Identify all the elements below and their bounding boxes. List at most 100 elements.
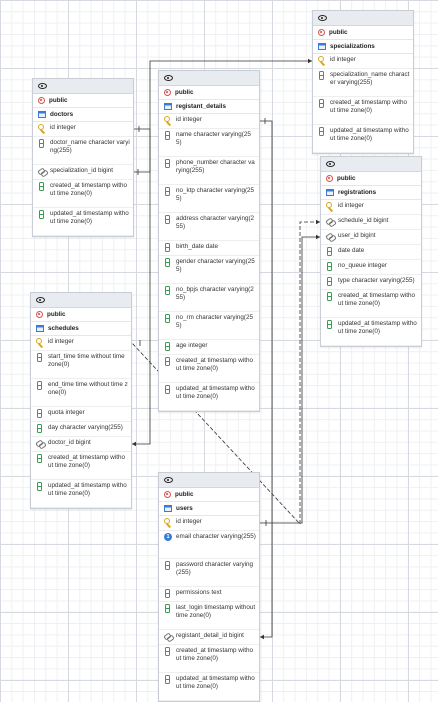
column-row[interactable]: no_queue integer [321, 260, 421, 275]
table-doctors[interactable]: public doctors id integer doctor_name chara… [32, 78, 134, 237]
column-label: last_login timestamp without time zone(0… [176, 604, 256, 619]
column-row[interactable]: no_ktp character varying(255) [159, 185, 259, 213]
table-icon [318, 43, 326, 50]
column-label: created_at timestamp without time zone(0… [338, 292, 415, 307]
column-row[interactable]: created_at timestamp without time zone(0… [31, 452, 131, 480]
column-row[interactable]: permissions text [159, 587, 259, 602]
key-icon [318, 56, 326, 65]
column-label: id integer [176, 116, 202, 123]
column-label: updated_at timestamp without time zone(0… [330, 127, 409, 142]
column-row[interactable]: updated_at timestamp without time zone(0… [33, 208, 133, 236]
column-icon [164, 589, 172, 598]
column-row[interactable]: schedule_id bigint [321, 215, 421, 230]
table-icon [36, 325, 44, 332]
table-header[interactable] [33, 79, 133, 94]
column-row[interactable]: updated_at timestamp without time zone(0… [159, 383, 259, 411]
column-row[interactable]: id integer [159, 114, 259, 129]
table-registant-details[interactable]: public registant_details id integer name ch… [158, 70, 260, 412]
column-row[interactable]: address character varying(255) [159, 213, 259, 241]
column-row[interactable]: user_id bigint [321, 230, 421, 245]
column-row[interactable]: quota integer [31, 407, 131, 422]
column-row[interactable]: updated_at timestamp without time zone(0… [159, 673, 259, 701]
table-icon [164, 505, 172, 512]
column-row[interactable]: id integer [33, 122, 133, 137]
column-row[interactable]: type character varying(255) [321, 275, 421, 290]
schema-row: public [31, 308, 131, 322]
column-label: registant_detail_id bigint [176, 632, 244, 639]
column-row[interactable]: specialization_name character varying(25… [313, 69, 413, 97]
column-row[interactable]: registant_detail_id bigint [159, 630, 259, 645]
column-row[interactable]: no_bpjs character varying(255) [159, 284, 259, 312]
column-row[interactable]: doctor_id bigint [31, 437, 131, 452]
table-registrations[interactable]: public registrations id integer schedule_id… [320, 156, 422, 347]
column-row[interactable]: created_at timestamp without time zone(0… [159, 355, 259, 383]
eye-icon[interactable] [318, 15, 327, 21]
column-row[interactable]: created_at timestamp without time zone(0… [321, 290, 421, 318]
table-header[interactable] [159, 473, 259, 488]
table-name: doctors [50, 110, 74, 118]
column-row[interactable]: age integer [159, 340, 259, 355]
eye-icon[interactable] [36, 297, 45, 303]
column-row[interactable]: date date [321, 245, 421, 260]
column-row[interactable]: id integer [321, 200, 421, 215]
column-label: no_queue integer [338, 262, 388, 269]
eye-icon[interactable] [38, 83, 47, 89]
schema-name: public [329, 28, 348, 36]
table-name-row[interactable]: doctors [33, 108, 133, 122]
table-name: specializations [330, 42, 375, 50]
column-row[interactable]: created_at timestamp without time zone(0… [159, 645, 259, 673]
column-row[interactable]: password character varying(255) [159, 559, 259, 587]
table-header[interactable] [321, 157, 421, 172]
table-specializations[interactable]: public specializations id integer specializ… [312, 10, 414, 154]
column-row[interactable]: updated_at timestamp without time zone(0… [313, 125, 413, 153]
eye-icon[interactable] [164, 75, 173, 81]
column-label: birth_date date [176, 243, 219, 250]
column-label: id integer [50, 124, 76, 131]
column-label: updated_at timestamp without time zone(0… [48, 482, 127, 497]
eye-icon[interactable] [164, 477, 173, 483]
table-name-row[interactable]: registant_details [159, 100, 259, 114]
column-row[interactable]: gender character varying(255) [159, 256, 259, 284]
column-row[interactable]: birth_date date [159, 241, 259, 256]
column-row[interactable]: created_at timestamp without time zone(0… [33, 180, 133, 208]
table-icon [38, 111, 46, 118]
column-row[interactable]: day character varying(255) [31, 422, 131, 437]
eye-icon[interactable] [326, 161, 335, 167]
table-name-row[interactable]: schedules [31, 322, 131, 336]
table-name-row[interactable]: users [159, 502, 259, 516]
column-label: user_id bigint [338, 232, 376, 239]
column-icon [38, 210, 46, 219]
table-header[interactable] [159, 71, 259, 86]
table-schedules[interactable]: public schedules id integer start_time time… [30, 292, 132, 509]
column-icon [164, 258, 172, 267]
column-row[interactable]: id integer [159, 516, 259, 531]
column-row[interactable]: name character varying(255) [159, 129, 259, 157]
table-header[interactable] [313, 11, 413, 26]
column-row[interactable]: last_login timestamp without time zone(0… [159, 602, 259, 630]
column-row[interactable]: updated_at timestamp without time zone(0… [31, 480, 131, 508]
column-label: permissions text [176, 589, 222, 596]
table-name-row[interactable]: registrations [321, 186, 421, 200]
table-users[interactable]: public users id integer email character var… [158, 472, 260, 702]
column-row[interactable]: start_time time without time zone(0) [31, 351, 131, 379]
column-row[interactable]: id integer [313, 54, 413, 69]
schema-row: public [321, 172, 421, 186]
column-icon [164, 286, 172, 295]
schema-icon [36, 311, 43, 318]
schema-name: public [175, 490, 194, 498]
column-row[interactable]: doctor_name character varying(255) [33, 137, 133, 165]
column-row[interactable]: phone_number character varying(255) [159, 157, 259, 185]
column-row[interactable]: specialization_id bigint [33, 165, 133, 180]
column-row[interactable]: updated_at timestamp without time zone(0… [321, 318, 421, 346]
column-row[interactable]: id integer [31, 336, 131, 351]
column-row[interactable]: created_at timestamp without time zone(0… [313, 97, 413, 125]
table-header[interactable] [31, 293, 131, 308]
column-row[interactable]: email character varying(255) [159, 531, 259, 559]
column-row[interactable]: end_time time without time zone(0) [31, 379, 131, 407]
column-label: schedule_id bigint [338, 217, 389, 224]
column-row[interactable]: no_rm character varying(255) [159, 312, 259, 340]
column-icon [164, 647, 172, 656]
fk-icon [326, 232, 334, 241]
erd-canvas[interactable]: public specializations id integer specializ… [0, 0, 438, 702]
table-name-row[interactable]: specializations [313, 40, 413, 54]
